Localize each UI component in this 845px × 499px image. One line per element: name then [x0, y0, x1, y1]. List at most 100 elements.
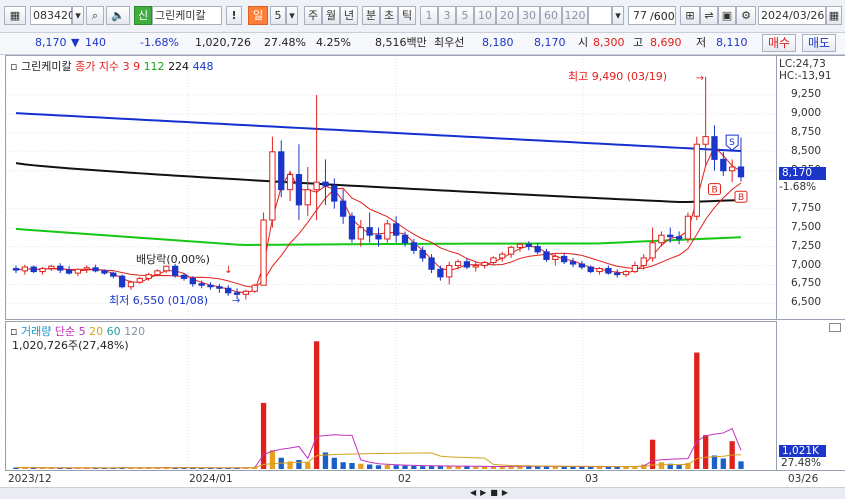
candle-body: [569, 261, 577, 265]
period-dropdown-icon[interactable]: ▾: [286, 6, 298, 25]
volume-chart-panel[interactable]: ▫ 거래량 단순 5 20 60 120 1,020,726주(27,48%): [5, 321, 777, 471]
panel-maximize-icon[interactable]: [829, 323, 841, 332]
interval-20[interactable]: 20: [496, 6, 518, 25]
interval-3[interactable]: 3: [438, 6, 456, 25]
candle-body: [322, 181, 329, 187]
tab-period-daily[interactable]: 일: [248, 6, 268, 25]
priority-label: 최우선: [434, 36, 465, 49]
candle-body: [552, 255, 559, 260]
candle-body: [48, 265, 55, 270]
candle-body: [348, 215, 356, 240]
date-label-dec: 2023/12: [8, 473, 52, 485]
alert-button[interactable]: !: [226, 6, 242, 25]
candle-body: [454, 261, 462, 267]
legend-ma9: 9: [133, 60, 141, 73]
volume-bar: [543, 466, 550, 469]
candle-body: [278, 151, 285, 191]
candle-body: [481, 261, 488, 267]
candle-body: [737, 166, 745, 178]
volume-ratio: 27.48%: [264, 36, 306, 49]
calendar-icon[interactable]: ▦: [826, 6, 842, 25]
current-volume-marker: 1,021K: [779, 445, 826, 457]
candle-body: [384, 223, 391, 240]
interval-custom-input[interactable]: [588, 6, 612, 25]
interval-dropdown-icon[interactable]: ▾: [612, 6, 624, 25]
tab-period-weekly[interactable]: 주: [304, 6, 322, 25]
buy-button[interactable]: 매수: [762, 34, 796, 52]
buy-signal-label: B: [738, 193, 744, 203]
candle-body: [463, 261, 471, 268]
candle-body: [180, 274, 188, 279]
high-annotation: 최고 9,490 (03/19): [568, 70, 668, 83]
interval-5[interactable]: 5: [456, 6, 474, 25]
chart-settings-icon[interactable]: ⊞: [680, 6, 700, 25]
legend-ma112: 112: [143, 60, 165, 73]
interval-1[interactable]: 1: [420, 6, 438, 25]
ma224-line: [15, 162, 742, 203]
quote-bar: 8,170 ▼ 140 -1.68% 1,020,726 27.48% 4.25…: [0, 33, 845, 55]
window-menu-icon[interactable]: ▦: [4, 6, 26, 25]
stock-code-dropdown-icon[interactable]: ▾: [72, 6, 84, 25]
candle-body: [331, 185, 338, 202]
speaker-icon[interactable]: 🔈: [106, 6, 130, 25]
candle-body: [74, 268, 82, 274]
interval-30[interactable]: 30: [518, 6, 540, 25]
price-tick-label: 7,250: [791, 239, 822, 252]
volume-bar: [420, 466, 426, 469]
candle-body: [357, 227, 364, 240]
candle-body: [260, 219, 267, 286]
period-count-field[interactable]: 5: [270, 6, 286, 25]
volume-bar: [375, 465, 382, 469]
candle-body: [118, 275, 126, 288]
volume-bar: [446, 466, 452, 469]
sell-signal-label: S: [729, 138, 735, 148]
volume-bar: [313, 341, 320, 469]
candle-body: [578, 263, 586, 268]
volume-bar: [305, 462, 311, 469]
candle-body: [295, 174, 303, 206]
bottom-scroll-bar[interactable]: ◀▶■▶: [0, 487, 845, 499]
volume-bar: [658, 462, 665, 469]
save-icon[interactable]: ▣: [718, 6, 736, 25]
price-chart: → → ↓ S B B: [6, 56, 776, 319]
candle-body: [189, 277, 196, 285]
hc-label: HC:-13,91: [779, 70, 832, 82]
scroll-controls[interactable]: ◀▶■▶: [470, 489, 530, 497]
candle-body: [233, 292, 241, 295]
low-arrow-icon: →: [232, 296, 240, 307]
volume-bar: [720, 458, 726, 469]
date-field[interactable]: 2024/03/26: [758, 6, 826, 25]
candle-body: [198, 283, 205, 286]
search-icon[interactable]: ⌕: [86, 6, 104, 25]
candle-body: [127, 281, 135, 288]
high-label: 고: [633, 36, 644, 49]
price-chart-panel[interactable]: → → ↓ S B B ▫ 그린케미칼 종가 지수 3 9 112 224 448 최고 …: [5, 55, 777, 320]
date-label-mar: 03: [585, 473, 599, 485]
date-label-feb: 02: [398, 473, 412, 485]
sell-button[interactable]: 매도: [802, 34, 836, 52]
tab-period-yearly[interactable]: 년: [340, 6, 358, 25]
interval-60[interactable]: 60: [540, 6, 562, 25]
tab-period-minute[interactable]: 분: [362, 6, 380, 25]
tab-period-tick[interactable]: 틱: [398, 6, 416, 25]
current-price-marker: 8,170: [779, 167, 826, 180]
candle-body: [83, 267, 90, 270]
high-price: 8,690: [650, 36, 682, 49]
price-tick-label: 9,250: [791, 87, 822, 100]
volume-bar: [534, 466, 541, 469]
current-price: 8,170: [35, 36, 67, 49]
stock-code-input[interactable]: 083420: [30, 6, 75, 25]
gear-icon[interactable]: ⚙: [736, 6, 756, 25]
dividend-annotation: 배당락(0,00%): [136, 253, 210, 266]
interval-10[interactable]: 10: [474, 6, 496, 25]
tab-period-second[interactable]: 초: [380, 6, 398, 25]
tab-period-monthly[interactable]: 월: [322, 6, 340, 25]
volume-bar: [331, 457, 337, 469]
interval-120[interactable]: 120: [562, 6, 588, 25]
price-legend: ▫ 그린케미칼 종가 지수 3 9 112 224 448: [10, 58, 214, 74]
buy-signal-label: B: [711, 186, 717, 196]
page-total-label: /600: [650, 10, 675, 23]
compare-icon[interactable]: ⇌: [700, 6, 718, 25]
volume-bar: [694, 352, 700, 469]
stock-name-field[interactable]: 그린케미칼: [152, 6, 222, 25]
